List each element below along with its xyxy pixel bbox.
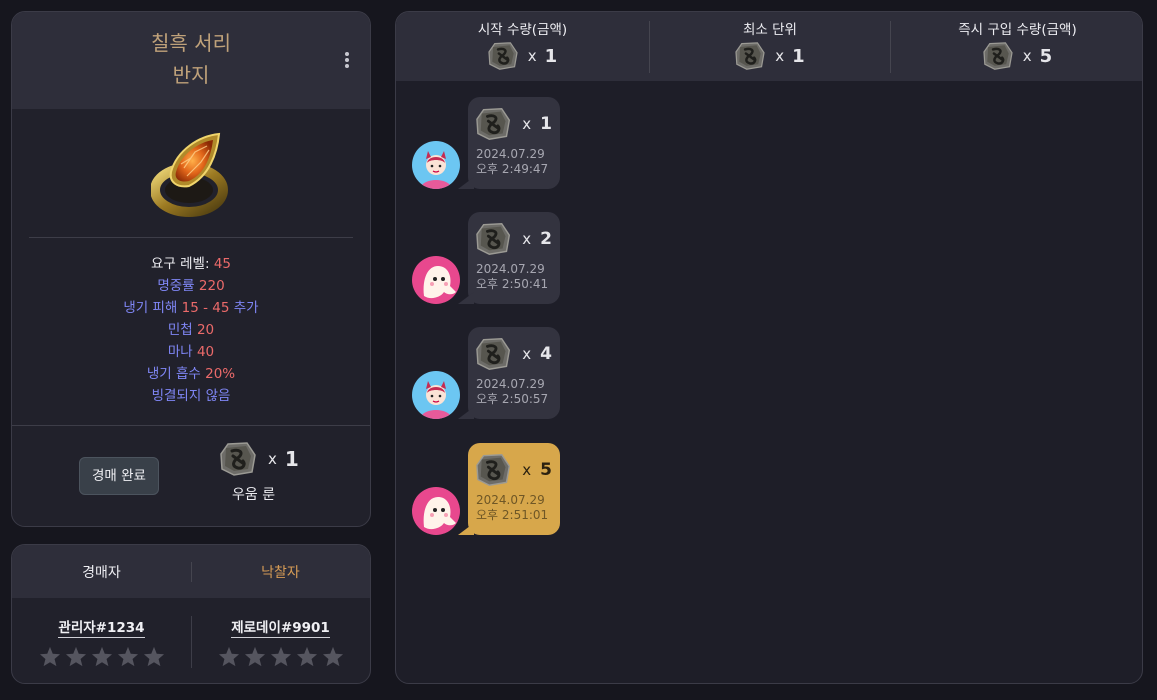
seller-label: 경매자 xyxy=(82,564,121,581)
final-price-qty: 1 xyxy=(284,447,299,471)
bid-date: 2024.07.29 xyxy=(476,377,545,391)
um-rune-icon xyxy=(476,454,511,486)
seller: 관리자#1234 xyxy=(12,598,191,683)
item-image xyxy=(12,109,370,237)
stat-cold-damage: 냉기 피해 15 - 45 추가 xyxy=(123,300,259,316)
bid-item: x 5 2024.07.29 오후 2:51:01 xyxy=(412,443,612,535)
buyout-amount: 즉시 구입 수량(금액) x5 xyxy=(891,12,1142,74)
bid-date: 2024.07.29 xyxy=(476,147,545,161)
bid-date: 2024.07.29 xyxy=(476,493,545,507)
winner: 제로데이#9901 xyxy=(191,598,370,683)
star-icon[interactable] xyxy=(65,646,87,667)
star-icon[interactable] xyxy=(296,646,318,667)
bid-qty: 5 xyxy=(540,460,552,480)
bid-item: x 1 2024.07.29 오후 2:49:47 xyxy=(412,97,612,189)
um-rune-icon xyxy=(735,42,765,70)
star-icon[interactable] xyxy=(218,646,240,667)
winner-rating xyxy=(191,646,370,667)
star-icon[interactable] xyxy=(244,646,266,667)
auction-summary: 시작 수량(금액) x1 최소 단위 x1 즉시 구입 수량(금액) x5 xyxy=(396,12,1142,81)
buyout-amount-label: 즉시 구입 수량(금액) xyxy=(958,22,1077,38)
min-increment-value: 1 xyxy=(792,45,805,67)
item-name-line1: 칠흑 서리 xyxy=(151,31,231,55)
bid-bubble: x 2 2024.07.29 오후 2:50:41 xyxy=(458,212,560,304)
um-rune-icon xyxy=(220,442,256,476)
parties-body: 관리자#1234 제로데이#9901 xyxy=(12,598,370,683)
um-rune-icon xyxy=(488,42,518,70)
star-icon[interactable] xyxy=(270,646,292,667)
multiply-sign: x xyxy=(268,450,277,468)
bid-item: x 4 2024.07.29 오후 2:50:57 xyxy=(412,327,612,419)
um-rune-icon xyxy=(488,42,518,70)
divider xyxy=(191,562,192,582)
divider xyxy=(191,616,192,668)
multiply-sign: x xyxy=(522,115,532,133)
stat-cannot-be-frozen: 빙결되지 않음 xyxy=(151,388,231,404)
parties-header: 경매자 낙찰자 xyxy=(12,545,370,598)
um-rune-icon xyxy=(735,42,765,70)
more-options-icon[interactable] xyxy=(343,52,351,72)
stat-accuracy: 명중률 220 xyxy=(157,278,225,294)
bid-time: 오후 2:49:47 xyxy=(476,162,549,176)
item-name-line2: 반지 xyxy=(172,63,210,87)
bid-bubble: x 4 2024.07.29 오후 2:50:57 xyxy=(458,327,560,419)
bid-time: 오후 2:51:01 xyxy=(476,508,549,522)
um-rune-icon xyxy=(476,223,511,255)
ghost-avatar[interactable] xyxy=(412,487,460,535)
star-icon[interactable] xyxy=(322,646,344,667)
devil-avatar[interactable] xyxy=(412,141,460,189)
winner-label: 낙찰자 xyxy=(261,564,300,581)
parties-card: 경매자 낙찰자 관리자#1234 제로데이#9901 xyxy=(11,544,371,684)
item-stats: 요구 레벨: 45 명중률 220 냉기 피해 15 - 45 추가 민첩 20… xyxy=(12,238,370,425)
bid-bubble: x 5 2024.07.29 오후 2:51:01 xyxy=(458,443,560,535)
seller-name-link[interactable]: 관리자#1234 xyxy=(58,616,145,638)
min-increment: 최소 단위 x1 xyxy=(650,12,890,74)
devil-avatar[interactable] xyxy=(412,371,460,419)
item-card: 칠흑 서리 반지 요구 레벨: 45 명중률 220 냉기 피해 15 - 45… xyxy=(11,11,371,527)
stat-required-level: 요구 레벨: 45 xyxy=(150,256,231,272)
bid-qty: 1 xyxy=(540,114,552,134)
bid-qty: 2 xyxy=(540,229,552,249)
winner-name-link[interactable]: 제로데이#9901 xyxy=(231,616,330,638)
stat-dexterity: 민첩 20 xyxy=(167,322,215,338)
auction-complete-button[interactable]: 경매 완료 xyxy=(79,457,159,495)
um-rune-icon xyxy=(983,42,1013,70)
stat-cold-absorb: 냉기 흡수 20% xyxy=(146,366,236,382)
item-header: 칠흑 서리 반지 xyxy=(12,12,370,109)
star-icon[interactable] xyxy=(39,646,61,667)
buyout-amount-value: 5 xyxy=(1039,45,1053,67)
min-increment-label: 최소 단위 xyxy=(743,22,797,38)
rune-name: 우움 룬 xyxy=(232,487,276,503)
ring-icon xyxy=(151,132,228,217)
start-amount: 시작 수량(금액) x1 xyxy=(396,12,649,74)
ghost-avatar[interactable] xyxy=(412,256,460,304)
um-rune-icon xyxy=(983,42,1013,70)
um-rune-icon xyxy=(476,338,511,370)
bid-bubble: x 1 2024.07.29 오후 2:49:47 xyxy=(458,97,560,189)
bids-panel: 시작 수량(금액) x1 최소 단위 x1 즉시 구입 수량(금액) x5 x1… xyxy=(395,11,1143,684)
bid-qty: 4 xyxy=(540,344,552,364)
star-icon[interactable] xyxy=(91,646,113,667)
start-amount-value: 1 xyxy=(544,45,558,67)
um-rune-icon xyxy=(476,108,511,140)
bid-time: 오후 2:50:41 xyxy=(476,277,549,291)
bid-time: 오후 2:50:57 xyxy=(476,392,549,406)
multiply-sign: x xyxy=(522,345,532,363)
final-price: x 1 우움 룬 xyxy=(220,442,312,504)
item-footer: 경매 완료 x 1 우움 룬 xyxy=(12,425,370,526)
bid-item: x 2 2024.07.29 오후 2:50:41 xyxy=(412,212,612,304)
star-icon[interactable] xyxy=(117,646,139,667)
bid-date: 2024.07.29 xyxy=(476,262,545,276)
start-amount-label: 시작 수량(금액) xyxy=(477,22,568,38)
seller-rating xyxy=(12,646,191,667)
star-icon[interactable] xyxy=(143,646,165,667)
multiply-sign: x xyxy=(522,230,532,248)
multiply-sign: x xyxy=(522,461,532,479)
stat-mana: 마나 40 xyxy=(167,344,215,360)
